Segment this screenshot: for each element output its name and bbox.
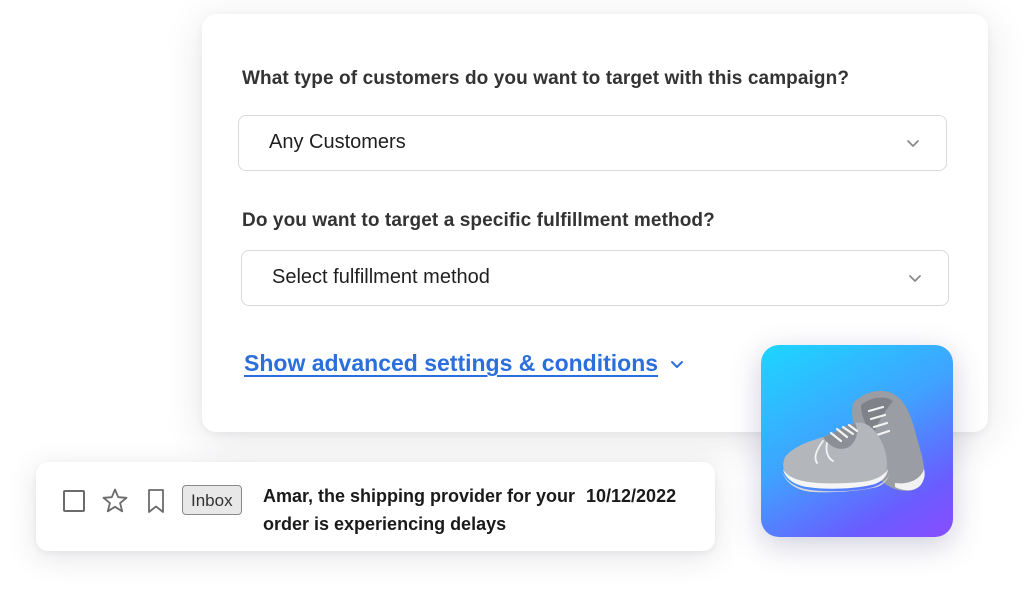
fulfillment-select-value: Select fulfillment method: [272, 266, 490, 288]
inbox-badge: Inbox: [182, 485, 242, 515]
stage: What type of customers do you want to ta…: [0, 0, 1024, 607]
customers-select[interactable]: Any Customers: [238, 115, 947, 171]
checkbox-icon[interactable]: [63, 490, 85, 512]
advanced-settings-toggle[interactable]: Show advanced settings & conditions: [244, 350, 684, 377]
customers-question-label: What type of customers do you want to ta…: [242, 68, 850, 89]
chevron-down-icon: [909, 275, 921, 282]
fulfillment-select[interactable]: Select fulfillment method: [241, 250, 949, 306]
fulfillment-question-label: Do you want to target a specific fulfill…: [242, 210, 715, 231]
chevron-down-icon: [671, 360, 684, 368]
bookmark-icon[interactable]: [144, 487, 168, 515]
email-date: 10/12/2022: [586, 486, 677, 506]
email-subject[interactable]: Amar, the shipping provider for your ord…: [263, 482, 583, 538]
product-image-tile: [761, 345, 953, 537]
customers-select-value: Any Customers: [269, 131, 406, 153]
star-icon[interactable]: [101, 487, 129, 515]
chevron-down-icon: [907, 140, 919, 147]
sneakers-image: [782, 390, 925, 493]
advanced-settings-link[interactable]: Show advanced settings & conditions: [244, 350, 658, 377]
email-row[interactable]: Inbox Amar, the shipping provider for yo…: [36, 462, 715, 551]
